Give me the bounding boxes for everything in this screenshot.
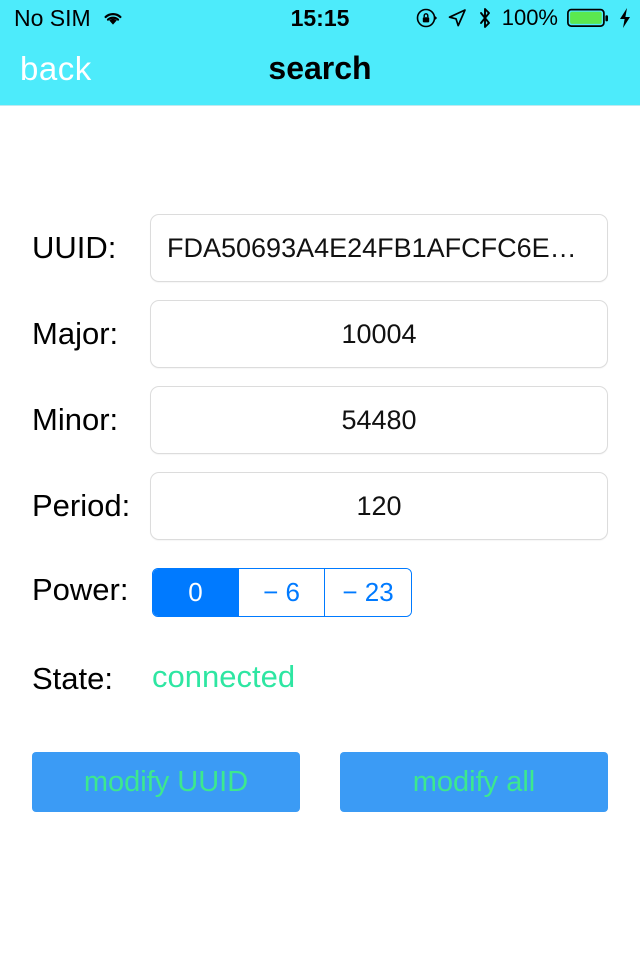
power-segment-1[interactable]: − 6: [239, 569, 325, 616]
minor-input[interactable]: 54480: [150, 386, 608, 454]
uuid-input[interactable]: FDA50693A4E24FB1AFCFC6E…: [150, 214, 608, 282]
form-row-major: Major: 10004: [0, 300, 640, 368]
major-input[interactable]: 10004: [150, 300, 608, 368]
minor-label: Minor:: [32, 402, 119, 437]
power-segment-0[interactable]: 0: [153, 569, 239, 616]
form-row-minor: Minor: 54480: [0, 386, 640, 454]
battery-percent-label: 100%: [501, 5, 558, 30]
bluetooth-icon: [477, 6, 493, 30]
period-label: Period:: [32, 488, 131, 523]
modify-all-button[interactable]: modify all: [340, 752, 608, 812]
power-segment-2[interactable]: − 23: [325, 569, 411, 616]
action-button-bar: modify UUID modify all: [0, 752, 640, 814]
form-row-uuid: UUID: FDA50693A4E24FB1AFCFC6E…: [0, 214, 640, 282]
state-label: State:: [32, 661, 113, 696]
power-label: Power:: [32, 572, 129, 607]
form-row-power: Power: 0 − 6 − 23: [0, 562, 640, 617]
navigation-bar: back search: [0, 36, 640, 106]
lightning-bolt-icon: [618, 7, 632, 29]
location-arrow-icon: [446, 7, 468, 29]
period-input[interactable]: 120: [150, 472, 608, 540]
page-title: search: [268, 50, 372, 86]
status-bar: No SIM 15:15 100%: [0, 0, 640, 36]
app-screen: No SIM 15:15 100% back search UUID: FDA5…: [0, 0, 640, 960]
form-row-period: Period: 120: [0, 472, 640, 540]
uuid-label: UUID:: [32, 230, 117, 265]
power-segmented-control[interactable]: 0 − 6 − 23: [152, 568, 412, 617]
rotation-lock-icon: [415, 7, 437, 29]
form-row-state: State: connected: [0, 657, 640, 701]
major-label: Major:: [32, 316, 119, 351]
battery-full-icon: [567, 7, 609, 29]
status-bar-right: 100%: [415, 5, 632, 31]
modify-uuid-button[interactable]: modify UUID: [32, 752, 300, 812]
state-value: connected: [152, 659, 296, 694]
